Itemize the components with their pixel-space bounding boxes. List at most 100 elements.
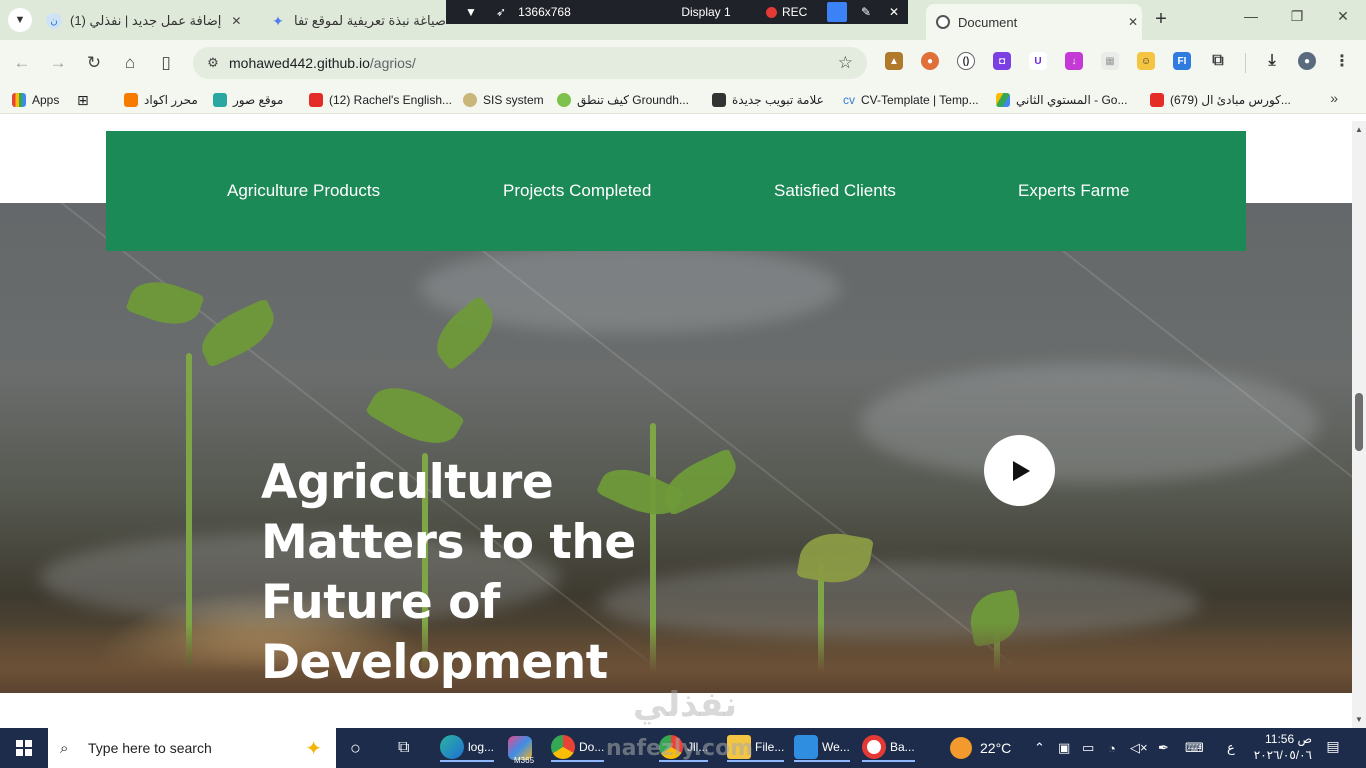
recorder-close-button[interactable]: ✕ bbox=[880, 0, 908, 24]
bookmark-apps[interactable]: Apps bbox=[12, 91, 59, 109]
bookmark-code-editor[interactable]: محرر اكواد bbox=[124, 91, 198, 109]
bookmark-youtube-rachel[interactable]: (12) Rachel's English... bbox=[309, 91, 452, 109]
taskbar-search[interactable]: ⌕ Type here to search ✦ bbox=[48, 728, 336, 768]
bookmark-images[interactable]: موقع صور bbox=[213, 91, 283, 109]
forward-button[interactable]: → bbox=[46, 51, 70, 75]
screen-recorder-bar: ▼ ➶ 1366x768 Display 1 REC ✎ ✕ bbox=[446, 0, 908, 24]
extension-fi-icon[interactable]: FI bbox=[1173, 52, 1191, 70]
tab-nafezly[interactable]: ن (1) إضافة عمل جديد | نفذلي ✕ bbox=[46, 6, 256, 36]
hero-section: Agriculture Matters to the Future of Dev… bbox=[0, 201, 1352, 728]
record-icon bbox=[862, 735, 886, 759]
recorder-region-button[interactable] bbox=[822, 0, 852, 24]
recorder-resolution[interactable]: ➶ 1366x768 bbox=[496, 0, 646, 24]
site-info-icon[interactable]: ⚙ bbox=[203, 55, 223, 71]
tab-document[interactable]: Document ✕ bbox=[926, 4, 1142, 40]
tab-title: (1) إضافة عمل جديد | نفذلي bbox=[70, 13, 222, 28]
tab-gemini[interactable]: ✦ صياغة نبذة تعريفية لموقع تفا bbox=[270, 6, 446, 36]
taskbar-app-vscode[interactable]: We... bbox=[794, 734, 850, 762]
extension-u-icon[interactable]: U bbox=[1029, 52, 1047, 70]
bookmark-label: المستوي الثاني - Go... bbox=[1016, 93, 1128, 107]
extension-face-icon[interactable]: ☺ bbox=[1137, 52, 1155, 70]
url-text[interactable]: mohawed442.github.io/agrios/ bbox=[229, 55, 416, 71]
extensions-puzzle-icon[interactable]: ⧉ bbox=[1209, 52, 1227, 70]
recorder-menu-button[interactable]: ▼ bbox=[446, 0, 496, 24]
youtube-icon bbox=[1150, 93, 1164, 107]
taskbar-clock[interactable]: 11:56 ص ٢٠٢٦/٠٥/٠٦ bbox=[1250, 731, 1312, 763]
side-panel-button[interactable]: ▯ bbox=[154, 51, 178, 75]
search-placeholder: Type here to search bbox=[88, 740, 212, 756]
close-icon[interactable]: ✕ bbox=[1124, 15, 1142, 29]
start-button[interactable] bbox=[0, 728, 48, 768]
task-view-icon: ⧉ bbox=[398, 739, 410, 756]
show-hidden-icons-button[interactable]: ⌃ bbox=[1034, 728, 1045, 768]
seedling-leaf bbox=[125, 272, 205, 334]
battery-icon[interactable]: ▭ bbox=[1082, 728, 1094, 768]
bookmarks-bar: Apps ⊞ محرر اكواد موقع صور (12) Rachel's… bbox=[0, 86, 1366, 114]
scroll-thumb[interactable] bbox=[1355, 393, 1363, 451]
pen-icon[interactable]: ✒ bbox=[1158, 728, 1169, 768]
restore-button[interactable]: ❐ bbox=[1282, 8, 1312, 32]
menu-kebab-icon[interactable]: ⋮ bbox=[1333, 52, 1351, 70]
stat-experts-farme: Experts Farme bbox=[1018, 181, 1130, 200]
bookmark-google-drive[interactable]: المستوي الثاني - Go... bbox=[996, 91, 1127, 109]
downloads-icon[interactable]: ⤓ bbox=[1263, 52, 1281, 70]
notifications-button[interactable]: ▤ bbox=[1322, 738, 1344, 758]
hero-headline: Agriculture Matters to the Future of Dev… bbox=[261, 453, 681, 693]
recorder-draw-button[interactable]: ✎ bbox=[852, 0, 880, 24]
back-button[interactable]: ← bbox=[10, 51, 34, 75]
input-language[interactable]: ع bbox=[1227, 728, 1235, 768]
play-video-button[interactable] bbox=[984, 435, 1055, 506]
taskbar-app-edge[interactable]: log... bbox=[440, 734, 495, 762]
touch-keyboard-icon[interactable]: ⌨ bbox=[1185, 728, 1204, 768]
browser-toolbar: ← → ↻ ⌂ ▯ ⚙ mohawed442.github.io/agrios/… bbox=[0, 40, 1366, 86]
new-tab-button[interactable]: + bbox=[1150, 9, 1172, 31]
close-icon[interactable]: ✕ bbox=[227, 14, 245, 28]
close-window-button[interactable]: ✕ bbox=[1328, 8, 1358, 32]
page-scrollbar[interactable]: ▲ ▼ bbox=[1352, 121, 1366, 728]
tab-search-button[interactable]: ▼ bbox=[8, 8, 32, 32]
bookmark-label: علامة تبويب جديدة bbox=[732, 93, 824, 107]
display-label: Display 1 bbox=[681, 5, 731, 19]
hero-cloud bbox=[860, 363, 1320, 483]
scroll-down-arrow-icon[interactable]: ▼ bbox=[1355, 715, 1363, 724]
extension-orange-icon[interactable]: ● bbox=[921, 52, 939, 70]
address-bar[interactable]: ⚙ mohawed442.github.io/agrios/ ☆ bbox=[193, 47, 867, 79]
profile-avatar[interactable]: ● bbox=[1298, 52, 1316, 70]
bookmark-star-icon[interactable]: ☆ bbox=[838, 53, 853, 73]
taskbar-app-chrome-doc[interactable]: Do... bbox=[551, 734, 605, 762]
home-button[interactable]: ⌂ bbox=[118, 51, 142, 75]
sis-icon bbox=[463, 93, 477, 107]
scroll-up-arrow-icon[interactable]: ▲ bbox=[1355, 125, 1363, 134]
extension-grid-icon[interactable]: ▦ bbox=[1101, 52, 1119, 70]
vscode-icon bbox=[794, 735, 818, 759]
meet-now-icon[interactable]: ▣ bbox=[1058, 728, 1070, 768]
extension-purple-icon[interactable]: ◘ bbox=[993, 52, 1011, 70]
extension-download-icon[interactable]: ↓ bbox=[1065, 52, 1083, 70]
task-view-button[interactable]: ⧉ bbox=[398, 734, 409, 762]
bookmark-youtube-course[interactable]: (679) كورس مبادئ ال... bbox=[1150, 91, 1291, 109]
region-select-icon bbox=[827, 2, 847, 22]
bookmark-pronounce[interactable]: كيف تنطق Groundh... bbox=[557, 91, 689, 109]
volume-muted-icon[interactable]: ◁× bbox=[1130, 728, 1148, 768]
weather-temp: 22°C bbox=[980, 740, 1012, 756]
taskbar-app-m365[interactable]: M365 bbox=[508, 734, 536, 765]
bookmarks-overflow-button[interactable]: » bbox=[1330, 90, 1338, 106]
url-host: mohawed442.github.io bbox=[229, 55, 370, 71]
weather-widget[interactable]: 22°C bbox=[950, 728, 1011, 768]
reload-button[interactable]: ↻ bbox=[82, 51, 106, 75]
taskbar-app-recorder[interactable]: Ba... bbox=[862, 734, 915, 762]
extension-code-icon[interactable]: () bbox=[957, 52, 975, 70]
wifi-icon[interactable]: ◔ bbox=[1108, 728, 1116, 768]
recorder-display[interactable]: Display 1 bbox=[646, 0, 766, 24]
rec-button[interactable]: REC bbox=[766, 0, 822, 24]
task-view-cortana-button[interactable]: ○ bbox=[350, 734, 361, 762]
extension-temple-icon[interactable]: ▲ bbox=[885, 52, 903, 70]
bookmark-sis[interactable]: SIS system bbox=[463, 91, 544, 109]
bookmark-cv-template[interactable]: cv CV-Template | Temp... bbox=[843, 91, 979, 109]
notification-icon: ▤ bbox=[1326, 738, 1340, 754]
bookmark-label: كيف تنطق Groundh... bbox=[577, 93, 689, 107]
minimize-button[interactable]: — bbox=[1236, 8, 1266, 32]
bookmark-grid[interactable]: ⊞ bbox=[77, 91, 89, 109]
language-label: ع bbox=[1227, 740, 1235, 755]
bookmark-new-tab[interactable]: علامة تبويب جديدة bbox=[712, 91, 824, 109]
